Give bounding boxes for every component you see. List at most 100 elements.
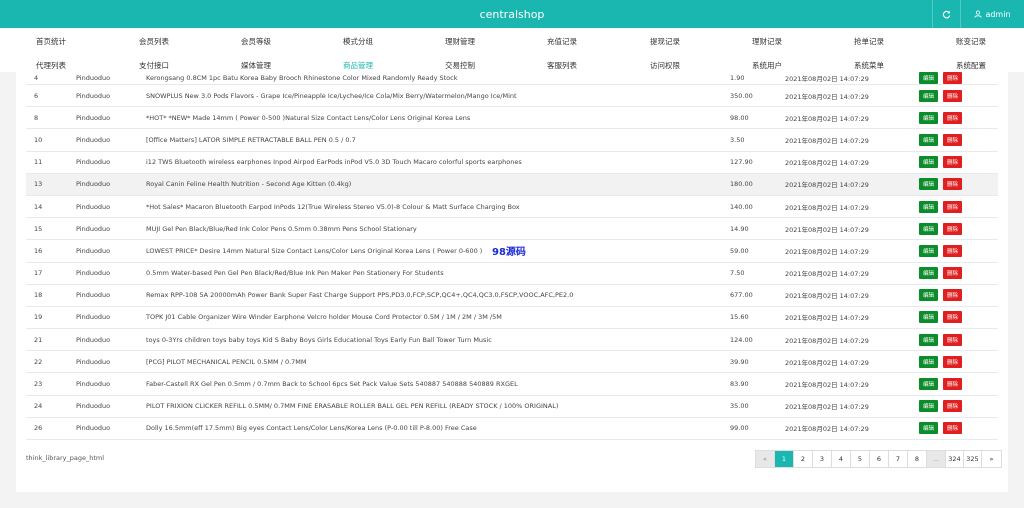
page-button[interactable]: 4 xyxy=(832,451,851,467)
nav-item[interactable]: 会员列表 xyxy=(139,36,169,47)
delete-button[interactable]: 删除 xyxy=(943,133,963,146)
page-button[interactable]: 2 xyxy=(794,451,813,467)
page-button[interactable]: 3 xyxy=(813,451,832,467)
nav-item[interactable]: 抢单记录 xyxy=(854,36,884,47)
row-product-name: toys 0-3Yrs children toys baby toys Kid … xyxy=(146,328,730,352)
nav-item[interactable]: 代理列表 xyxy=(36,60,66,71)
row-source: Pinduoduo xyxy=(76,151,146,174)
delete-button[interactable]: 删除 xyxy=(943,244,963,257)
row-id: 15 xyxy=(26,217,76,241)
nav-item[interactable]: 会员等级 xyxy=(241,36,271,47)
delete-button[interactable]: 删除 xyxy=(943,111,963,124)
row-time: 2021年08月02日 14:07:29 xyxy=(785,84,915,108)
delete-button[interactable]: 删除 xyxy=(943,311,963,324)
delete-button[interactable]: 删除 xyxy=(943,289,963,302)
delete-button[interactable]: 删除 xyxy=(943,222,963,235)
row-price: 350.00 xyxy=(730,84,785,108)
row-time: 2021年08月02日 14:07:29 xyxy=(785,395,915,418)
edit-button[interactable]: 编辑 xyxy=(919,422,939,435)
nav-item[interactable]: 系统配置 xyxy=(956,60,986,71)
nav-item[interactable]: 模式分组 xyxy=(343,36,373,47)
delete-button[interactable]: 删除 xyxy=(943,400,963,413)
delete-button[interactable]: 删除 xyxy=(943,267,963,280)
edit-button[interactable]: 编辑 xyxy=(919,89,939,102)
nav-item[interactable]: 系统用户 xyxy=(752,60,782,71)
nav-item[interactable]: 首页统计 xyxy=(36,36,66,47)
delete-button[interactable]: 删除 xyxy=(943,422,963,435)
refresh-button[interactable] xyxy=(932,0,960,28)
row-actions: 编辑 删除 xyxy=(915,328,998,352)
table-row: 21 Pinduoduo toys 0-3Yrs children toys bab… xyxy=(26,328,998,352)
delete-button[interactable]: 删除 xyxy=(943,378,963,391)
row-source: Pinduoduo xyxy=(76,84,146,108)
edit-button[interactable]: 编辑 xyxy=(919,156,939,169)
edit-button[interactable]: 编辑 xyxy=(919,200,939,213)
table-row: 10 Pinduoduo [Office Matters] LATOR SIMPLE… xyxy=(26,128,998,152)
delete-button[interactable]: 删除 xyxy=(943,72,963,84)
table-row: 8 Pinduoduo *HOT* *NEW* Made 14mm ( Power … xyxy=(26,106,998,130)
edit-button[interactable]: 编辑 xyxy=(919,178,939,191)
row-source: Pinduoduo xyxy=(76,306,146,330)
app-title: centralshop xyxy=(479,8,545,21)
prev-page-button[interactable]: « xyxy=(756,451,775,467)
edit-button[interactable]: 编辑 xyxy=(919,133,939,146)
nav-item[interactable]: 账变记录 xyxy=(956,36,986,47)
row-time: 2021年08月02日 14:07:29 xyxy=(785,262,915,285)
edit-button[interactable]: 编辑 xyxy=(919,111,939,124)
nav-item[interactable]: 访问权限 xyxy=(650,60,680,71)
row-time: 2021年08月02日 14:07:29 xyxy=(785,106,915,130)
delete-button[interactable]: 删除 xyxy=(943,355,963,368)
table-row: 19 Pinduoduo TOPK J01 Cable Organizer Wire… xyxy=(26,306,998,330)
edit-button[interactable]: 编辑 xyxy=(919,400,939,413)
nav-item[interactable]: 系统菜单 xyxy=(854,60,884,71)
nav-item[interactable]: 商品管理 xyxy=(343,60,373,71)
row-time: 2021年08月02日 14:07:29 xyxy=(785,328,915,352)
row-id: 26 xyxy=(26,417,76,441)
page-button[interactable]: 8 xyxy=(908,451,927,467)
page-button[interactable]: 1 xyxy=(775,451,794,467)
nav-item[interactable]: 媒体管理 xyxy=(241,60,271,71)
row-id: 6 xyxy=(26,84,76,108)
edit-button[interactable]: 编辑 xyxy=(919,72,939,84)
page-button[interactable]: 325 xyxy=(964,451,982,467)
delete-button[interactable]: 删除 xyxy=(943,156,963,169)
table-row: 22 Pinduoduo [PCG] PILOT MECHANICAL PENCIL… xyxy=(26,350,998,374)
edit-button[interactable]: 编辑 xyxy=(919,267,939,280)
user-menu[interactable]: admin xyxy=(960,0,1024,28)
nav-item[interactable]: 交易控制 xyxy=(445,60,475,71)
next-page-button[interactable]: » xyxy=(982,451,1001,467)
row-product-name: SNOWPLUS New 3.0 Pods Flavors - Grape Ic… xyxy=(146,84,730,108)
page-button[interactable]: 324 xyxy=(946,451,964,467)
row-source: Pinduoduo xyxy=(76,217,146,241)
edit-button[interactable]: 编辑 xyxy=(919,244,939,257)
table-row: 11 Pinduoduo i12 TWS Bluetooth wireless ea… xyxy=(26,151,998,174)
row-id: 17 xyxy=(26,262,76,285)
row-price: 14.90 xyxy=(730,217,785,241)
page-button[interactable]: 7 xyxy=(889,451,908,467)
nav-item[interactable]: 客服列表 xyxy=(547,60,577,71)
delete-button[interactable]: 删除 xyxy=(943,89,963,102)
row-product-name: Remax RPP-108 5A 20000mAh Power Bank Sup… xyxy=(146,284,730,307)
edit-button[interactable]: 编辑 xyxy=(919,222,939,235)
row-actions: 编辑 删除 xyxy=(915,350,998,374)
edit-button[interactable]: 编辑 xyxy=(919,355,939,368)
delete-button[interactable]: 删除 xyxy=(943,178,963,191)
edit-button[interactable]: 编辑 xyxy=(919,289,939,302)
row-product-name: *HOT* *NEW* Made 14mm ( Power 0-500 )Nat… xyxy=(146,106,730,130)
nav-item[interactable]: 支付接口 xyxy=(139,60,169,71)
row-price: 83.90 xyxy=(730,372,785,396)
page-button[interactable]: 6 xyxy=(870,451,889,467)
row-product-name: Faber-Castell RX Gel Pen 0.5mm / 0.7mm B… xyxy=(146,372,730,396)
nav-item[interactable]: 充值记录 xyxy=(547,36,577,47)
table-row: 13 Pinduoduo Royal Canin Feline Health Nut… xyxy=(26,173,998,196)
page-button[interactable]: 5 xyxy=(851,451,870,467)
nav-item[interactable]: 理财管理 xyxy=(445,36,475,47)
edit-button[interactable]: 编辑 xyxy=(919,378,939,391)
delete-button[interactable]: 删除 xyxy=(943,333,963,346)
nav-item[interactable]: 理财记录 xyxy=(752,36,782,47)
edit-button[interactable]: 编辑 xyxy=(919,333,939,346)
delete-button[interactable]: 删除 xyxy=(943,200,963,213)
nav-item[interactable]: 提现记录 xyxy=(650,36,680,47)
table-row: 14 Pinduoduo *Hot Sales* Macaron Bluetooth… xyxy=(26,195,998,219)
edit-button[interactable]: 编辑 xyxy=(919,311,939,324)
